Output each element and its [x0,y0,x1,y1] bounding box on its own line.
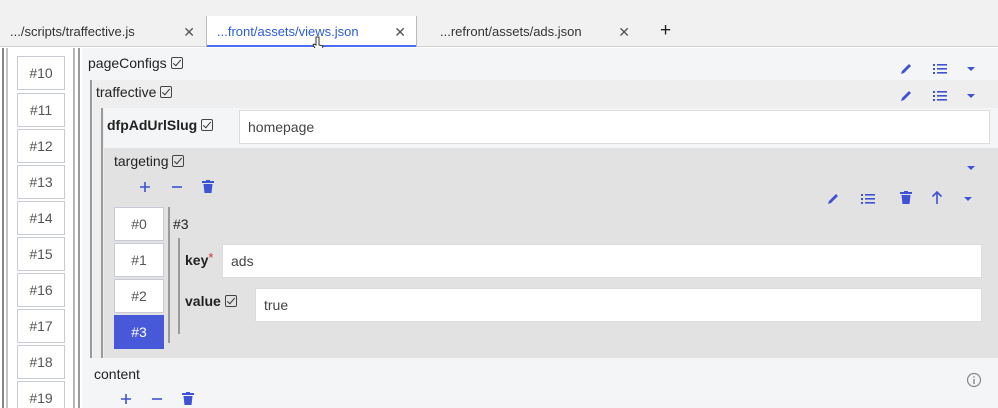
info-icon[interactable] [966,372,982,388]
outer-rail [2,48,4,408]
close-icon[interactable]: ✕ [183,24,195,41]
checkbox-icon[interactable] [224,295,237,307]
value-input[interactable]: true [255,288,982,322]
traffective-label: traffective [96,84,173,100]
outer-rail [6,48,8,408]
checkbox-icon[interactable] [160,86,173,98]
tree-rail [168,207,170,343]
trash-icon[interactable] [202,180,214,194]
caret-down-icon[interactable] [966,164,976,172]
trash-icon[interactable] [900,191,912,205]
inner-index-item[interactable]: #0 [114,207,164,241]
tab-label: .../scripts/traffective.js [10,24,135,39]
index-item[interactable]: #12 [17,129,65,163]
tree-rail [90,80,92,358]
index-item[interactable]: #18 [17,345,65,379]
inner-index-item-selected[interactable]: #3 [114,315,164,349]
dfp-ad-url-slug-input[interactable]: homepage [239,110,990,144]
tab-label: ...front/assets/views.json [217,24,359,39]
minus-icon[interactable] [171,181,183,193]
checkbox-icon[interactable] [170,57,183,69]
outer-rail [73,48,75,408]
new-tab-button[interactable]: + [660,20,671,42]
arrow-up-icon[interactable] [931,191,943,205]
plus-icon[interactable] [120,393,132,405]
checkbox-icon[interactable] [172,155,185,167]
inner-index-item[interactable]: #2 [114,279,164,313]
index-item[interactable]: #19 [17,381,65,408]
minus-icon[interactable] [151,393,163,405]
index-item[interactable]: #13 [17,165,65,199]
close-icon[interactable]: ✕ [394,24,406,41]
index-item[interactable]: #17 [17,309,65,343]
index-item[interactable]: #10 [17,56,65,90]
inner-index-item[interactable]: #1 [114,243,164,277]
key-label: key* [185,250,214,268]
index-item[interactable]: #11 [17,93,65,127]
checkbox-icon[interactable] [201,119,214,131]
index-item[interactable]: #15 [17,237,65,271]
key-input[interactable]: ads [222,244,982,278]
targeting-label: targeting [114,153,185,169]
content-label: content [94,366,140,382]
pencil-icon[interactable] [899,89,913,103]
tab-ads-json[interactable]: ...refront/assets/ads.json ✕ [430,16,640,47]
tab-bar: .../scripts/traffective.js ✕ ...front/as… [0,0,998,52]
required-mark: * [208,250,214,265]
plus-icon[interactable] [139,181,151,193]
item-title: #3 [173,216,189,232]
caret-down-icon[interactable] [963,195,973,203]
tree-rail [178,238,180,334]
pencil-icon[interactable] [899,62,913,76]
caret-down-icon[interactable] [966,92,976,100]
trash-icon[interactable] [182,392,194,406]
index-item[interactable]: #14 [17,201,65,235]
close-icon[interactable]: ✕ [618,24,630,41]
value-label: value [185,293,237,309]
outer-rail [78,48,80,408]
tab-traffective-js[interactable]: .../scripts/traffective.js ✕ [0,16,205,47]
list-icon[interactable] [933,89,947,103]
list-icon[interactable] [861,192,875,206]
dfp-ad-url-slug-label: dfpAdUrlSlug [107,117,214,133]
tree-rail [101,108,103,358]
tab-label: ...refront/assets/ads.json [440,24,582,39]
index-item[interactable]: #16 [17,273,65,307]
pencil-icon[interactable] [826,192,840,206]
list-icon[interactable] [933,62,947,76]
page-configs-label: pageConfigs [88,55,183,71]
caret-down-icon[interactable] [966,65,976,73]
